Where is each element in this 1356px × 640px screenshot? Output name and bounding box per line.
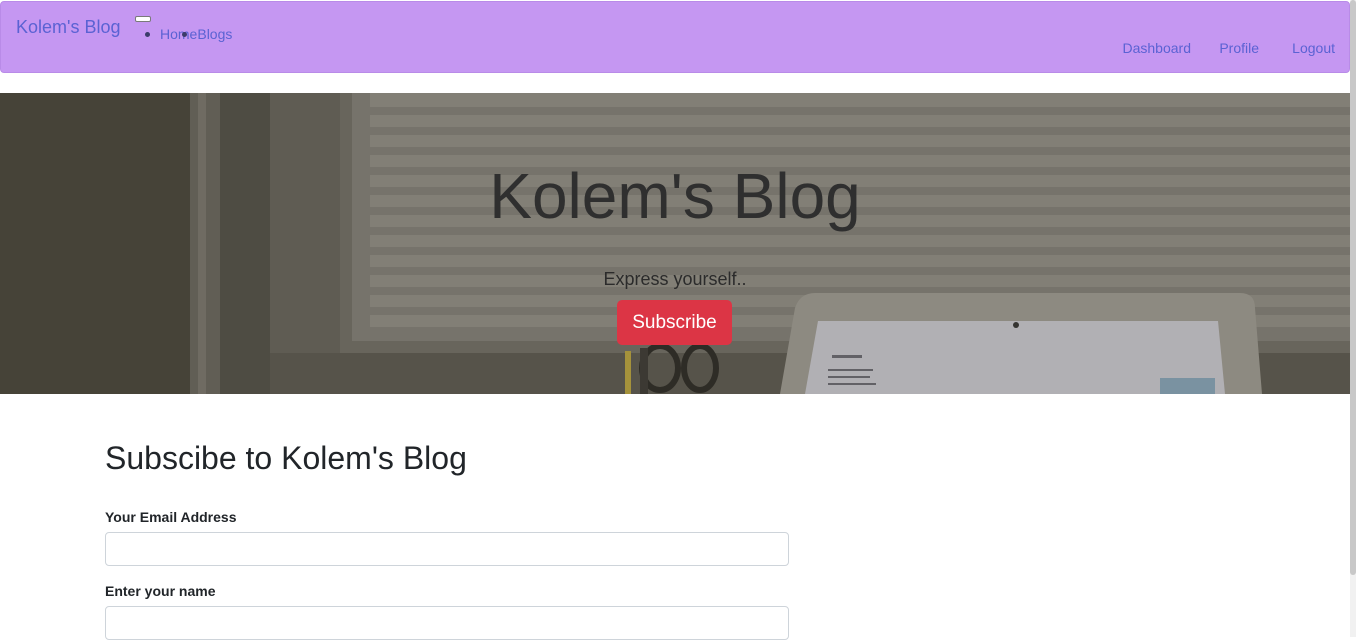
form-title: Subscibe to Kolem's Blog [105, 440, 467, 476]
hero-banner: Kolem's Blog Express yourself.. Subscrib… [0, 93, 1350, 394]
nav-list: Home Blogs [145, 26, 232, 44]
hero-overlay [0, 93, 1350, 394]
page-scrollbar[interactable] [1350, 0, 1356, 637]
nav-link-home[interactable]: Home [160, 26, 197, 42]
nav-item-blogs: Blogs [182, 26, 232, 42]
navbar: Kolem's Blog Home Blogs Dashboard Profile… [0, 1, 1350, 73]
nav-link-logout[interactable]: Logout [1292, 40, 1335, 56]
hero-subtitle: Express yourself.. [603, 269, 747, 289]
email-field[interactable] [105, 532, 789, 566]
nav-link-blogs[interactable]: Blogs [197, 26, 232, 42]
name-field[interactable] [105, 606, 789, 640]
subscribe-button[interactable]: Subscribe [617, 300, 732, 345]
nav-link-profile[interactable]: Profile [1219, 40, 1259, 56]
bullet-icon [145, 32, 150, 37]
brand-link[interactable]: Kolem's Blog [16, 17, 120, 38]
nav-link-dashboard[interactable]: Dashboard [1123, 40, 1192, 56]
email-label: Your Email Address [105, 509, 237, 525]
scrollbar-thumb[interactable] [1350, 0, 1356, 575]
name-label: Enter your name [105, 583, 216, 599]
nav-item-home: Home [145, 26, 197, 42]
navbar-toggler-button[interactable] [135, 16, 151, 22]
hero-title: Kolem's Blog [489, 160, 861, 232]
